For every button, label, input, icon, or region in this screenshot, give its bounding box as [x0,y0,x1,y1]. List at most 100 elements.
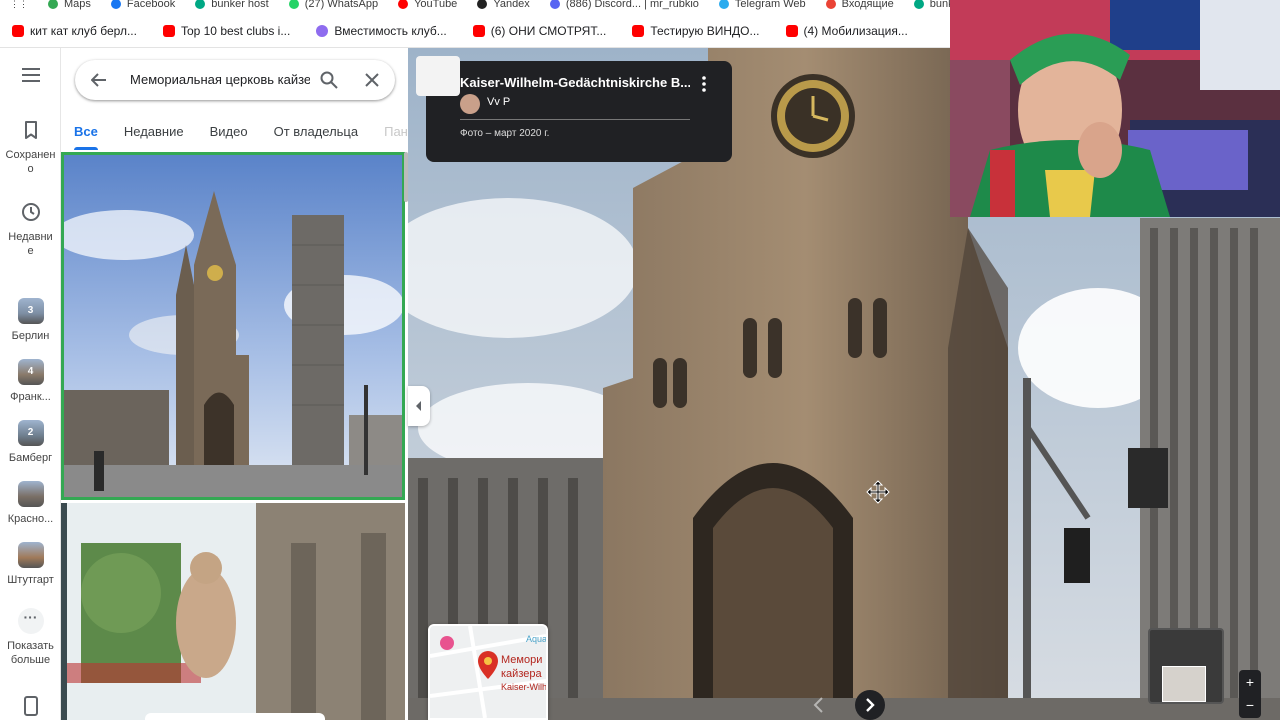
photo-thumbnail-statue[interactable] [61,503,405,720]
bookmark-item[interactable]: Тестирую ВИНДО... [620,24,773,38]
bookmark-item[interactable]: bunker host [185,0,278,10]
search-icon[interactable] [320,71,338,89]
bookmark-item[interactable]: (27) WhatsApp [279,0,388,10]
next-photo-button[interactable] [855,690,885,720]
screen: ⋮⋮ Maps Facebook bunker host (27) WhatsApp Yo… [0,0,1280,720]
bookmark-item[interactable]: Telegram Web [709,0,816,10]
menu-button[interactable] [0,68,61,82]
zoom-out-button[interactable]: − [1239,694,1261,718]
bookmark-item[interactable]: Входящие [816,0,904,10]
bookmark-item[interactable]: Top 10 best clubs i... [151,24,304,38]
tab-item[interactable]: Пан [371,116,408,150]
photo-thumbnail-church[interactable] [61,152,405,500]
map-label-line2: кайзера [501,668,542,680]
place-label: Штутгарт [7,574,54,586]
bookmark-label: Maps [64,0,91,10]
collapse-panel-button[interactable] [408,386,430,426]
bookmark-item[interactable]: Maps [38,0,101,10]
search-box[interactable]: Мемориальная церковь кайзе [75,60,395,100]
bookmark-label: Вместимость клуб... [334,24,447,38]
bookmark-item[interactable]: (6) ОНИ СМОТРЯТ... [461,24,621,38]
rail-place-item[interactable]: 2 Бамберг [0,420,61,465]
avatar[interactable] [460,94,480,114]
tab-item[interactable]: От владельца [261,116,372,150]
place-count-badge: 2 [27,427,34,438]
tab-item[interactable]: Видео [197,116,261,150]
bookmark-item[interactable]: bunker database [904,0,950,10]
previous-photo-button[interactable] [808,694,830,716]
bookmark-item[interactable]: кит кат клуб берл... [0,24,151,38]
bookmark-item[interactable]: Facebook [101,0,185,10]
divider [460,119,690,120]
bookmark-item[interactable]: YouTube [388,0,467,10]
search-input[interactable]: Мемориальная церковь кайзе [130,72,310,87]
bookmark-item[interactable]: (886) Discord... | mr_rubkio [540,0,709,10]
phone-icon [23,696,38,716]
church-photo [64,155,402,497]
bookmark-item[interactable]: Вместимость клуб... [304,24,460,38]
favicon-icon [288,0,299,9]
rail-phone[interactable] [0,696,61,716]
hamburger-menu-icon[interactable] [21,68,40,82]
place-count-badge: 3 [27,305,34,316]
favicon-icon [913,0,924,9]
rail-recent-label: Недавние [8,231,53,257]
bookmarks-row: кит кат клуб берл... Top 10 best clubs i.… [0,20,922,42]
rail-place-item[interactable]: 4 Франк... [0,359,61,404]
place-title[interactable]: Kaiser-Wilhelm-Gedächtniskirche B... [460,75,690,90]
bookmark-label: кит кат клуб берл... [30,24,137,38]
bottom-handle[interactable] [145,713,325,720]
rail-more[interactable]: ··· Показать больше [0,608,61,667]
apps-grid-icon[interactable]: ⋮⋮ [0,0,38,10]
history-icon [21,203,40,221]
photo-tabs: Все Недавние Видео От владельца Пан [61,116,408,150]
favicon-icon [632,25,645,37]
rail-place-item[interactable]: Красно... [0,481,61,526]
place-thumbnail: 3 [17,298,44,324]
map-label-line1: Мемори [501,654,543,666]
rail-place-item[interactable]: Штутгарт [0,542,61,587]
favicon-icon [785,25,798,37]
back-arrow-icon[interactable] [91,72,107,88]
favicon-icon [472,25,485,37]
rail-recent[interactable]: Недавние [0,200,61,258]
photo-date: Фото – март 2020 г. [460,128,550,139]
bookmark-label: Yandex [493,0,530,10]
place-label: Бамберг [8,452,53,464]
photo-thumbnail-preview[interactable] [1148,628,1224,704]
map-label-line3: Kaiser-Wilh [501,682,548,692]
bookmark-label: Top 10 best clubs i... [180,24,291,38]
map-label-top: Aqua [526,634,548,644]
favicon-icon [316,25,329,37]
place-thumbnail [17,542,44,568]
rail-saved[interactable]: Сохранено [0,118,61,176]
close-icon[interactable] [365,73,379,87]
place-thumbnail: 4 [17,359,44,385]
bookmark-label: bunker database [929,0,950,10]
bookmark-label: Telegram Web [734,0,806,10]
bookmark-label: Тестирую ВИНДО... [650,24,760,38]
bookmark-item[interactable]: (4) Мобилизация... [774,24,922,38]
more-options-icon[interactable] [698,75,710,93]
tab-item[interactable]: Все [61,116,111,150]
thumb-frame [1162,666,1206,702]
author-name[interactable]: Vv P [487,96,510,108]
statue-photo [61,503,405,720]
rail-more-label: Показать больше [7,640,54,666]
rail-saved-label: Сохранено [5,149,56,175]
bookmark-label: (6) ОНИ СМОТРЯТ... [490,24,607,38]
bookmark-label: bunker host [211,0,269,10]
bookmark-item[interactable]: Yandex [467,0,540,10]
bookmark-label: (4) Мобилизация... [803,24,908,38]
rail-place-item[interactable]: 3 Берлин [0,298,61,343]
chevron-right-icon [866,698,875,712]
bookmark-label: Facebook [126,0,176,10]
viewer-back-tab[interactable] [416,56,460,96]
favicon-icon [48,0,58,9]
place-thumbnail: 2 [17,420,44,446]
tab-item[interactable]: Недавние [111,116,197,150]
mini-map[interactable]: Aqua Мемори кайзера Kaiser-Wilh [428,624,548,720]
favicon-icon [110,0,121,9]
favicon-icon [477,0,488,9]
zoom-in-button[interactable]: + [1239,670,1261,694]
